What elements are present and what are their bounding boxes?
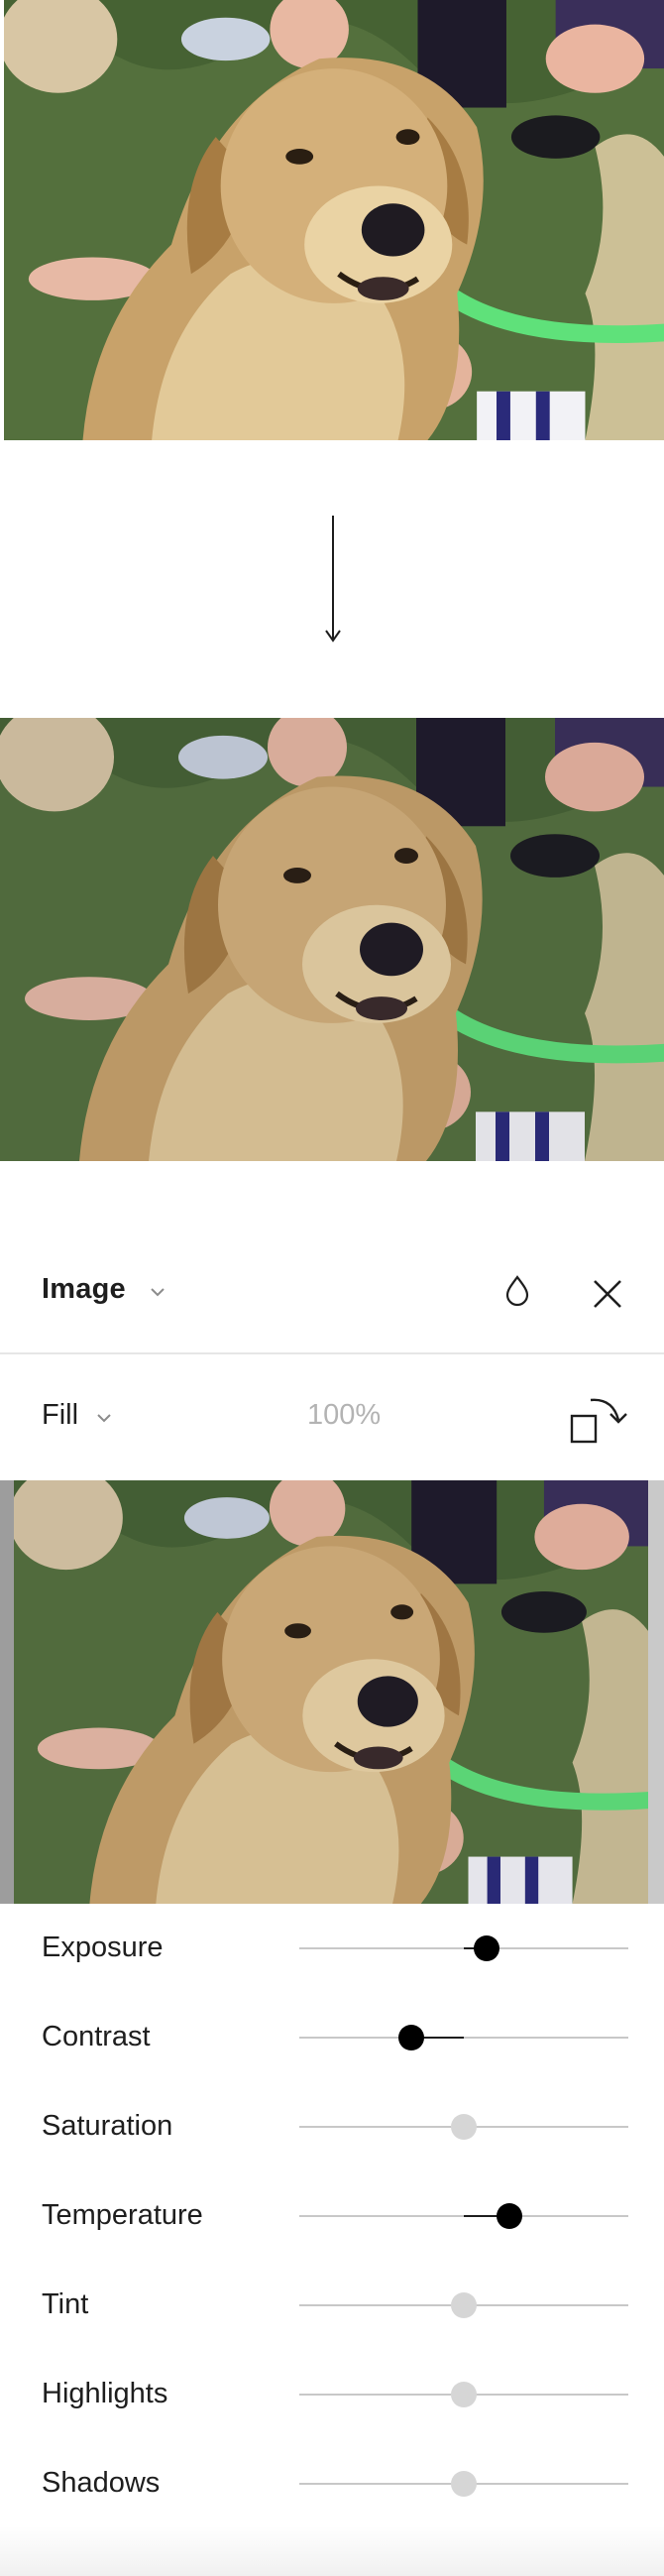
fill-opacity-value[interactable]: 100% (307, 1399, 381, 1432)
slider-row-shadows: Shadows (0, 2439, 664, 2528)
chevron-down-icon[interactable] (149, 1285, 166, 1299)
slider-label: Contrast (42, 2021, 151, 2052)
close-icon[interactable] (591, 1277, 624, 1311)
slider-label: Tint (42, 2288, 89, 2320)
image-thumbnail[interactable] (14, 1480, 648, 1904)
saturation-slider[interactable] (299, 2114, 628, 2140)
slider-label: Saturation (42, 2110, 173, 2142)
slider-thumb[interactable] (397, 2025, 424, 2050)
tint-slider[interactable] (299, 2292, 628, 2318)
after-image (0, 718, 664, 1161)
slider-row-saturation: Saturation (0, 2082, 664, 2171)
slider-thumb[interactable] (451, 2114, 477, 2140)
slider-row-exposure: Exposure (0, 1904, 664, 1993)
temperature-slider[interactable] (299, 2203, 628, 2229)
slider-thumb[interactable] (451, 2471, 477, 2497)
rotate-icon[interactable] (569, 1394, 628, 1446)
exposure-slider[interactable] (299, 1935, 628, 1961)
slider-label: Exposure (42, 1932, 164, 1963)
slider-thumb[interactable] (451, 2382, 477, 2407)
panel-title[interactable]: Image (42, 1273, 126, 1306)
slider-row-contrast: Contrast (0, 1993, 664, 2082)
arrow-down-icon (323, 516, 343, 644)
slider-row-tint: Tint (0, 2261, 664, 2350)
slider-row-highlights: Highlights (0, 2350, 664, 2439)
slider-thumb[interactable] (497, 2203, 523, 2229)
panel-header: Image (0, 1229, 664, 1352)
slider-thumb[interactable] (451, 2292, 477, 2318)
shadows-slider[interactable] (299, 2471, 628, 2497)
strip-edge-left (0, 1480, 14, 1904)
before-image (4, 0, 664, 440)
bottom-fade (0, 2526, 664, 2576)
highlights-slider[interactable] (299, 2382, 628, 2407)
strip-edge-right (648, 1480, 664, 1904)
slider-label: Temperature (42, 2199, 203, 2231)
chevron-down-icon[interactable] (95, 1411, 113, 1425)
contrast-slider[interactable] (299, 2025, 628, 2050)
slider-label: Highlights (42, 2378, 168, 2409)
droplet-icon[interactable] (503, 1273, 531, 1307)
fill-row: Fill 100% (0, 1354, 664, 1480)
fill-type-select[interactable]: Fill (42, 1399, 78, 1432)
slider-label: Shadows (42, 2467, 161, 2499)
slider-thumb[interactable] (474, 1935, 500, 1961)
slider-row-temperature: Temperature (0, 2171, 664, 2261)
